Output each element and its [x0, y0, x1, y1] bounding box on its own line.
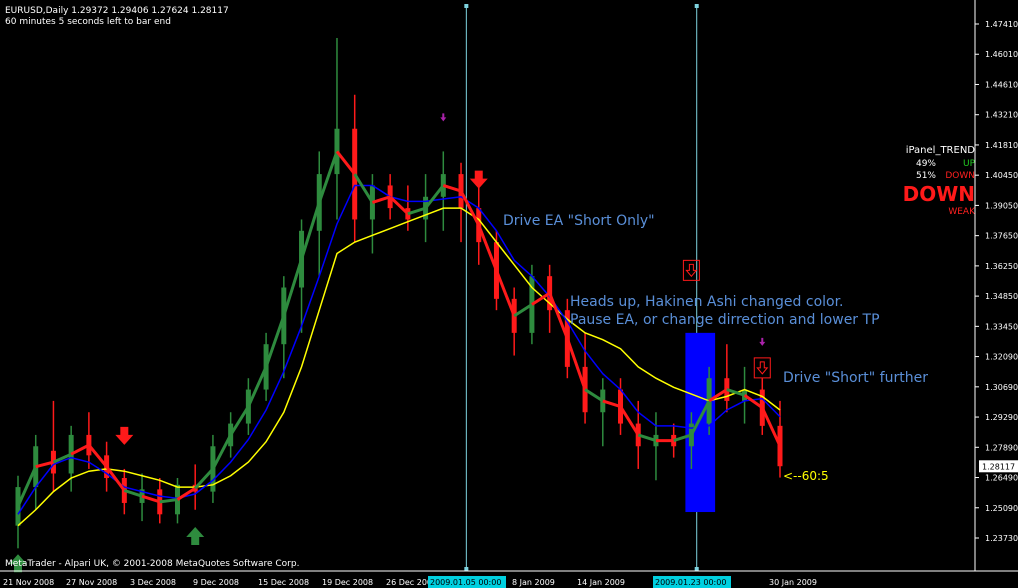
time-tick-label: 27 Nov 2008 [66, 578, 117, 587]
trend-down-label: DOWN [945, 171, 975, 181]
price-chart[interactable]: EURUSD,Daily 1.29372 1.29406 1.27624 1.2… [0, 0, 1018, 588]
price-tick-label: 1.39050 [985, 201, 1018, 210]
price-tick-label: 1.34850 [985, 292, 1018, 301]
annotation-heads-up-line1: Heads up, Hakinen Ashi changed color. [570, 294, 844, 310]
trend-up-label: UP [963, 159, 976, 169]
time-tick-label: 19 Dec 2008 [322, 578, 373, 587]
annotation-heads-up-line2: Pause EA, or change dirrection and lower… [570, 312, 880, 328]
vertical-marker-handle[interactable] [694, 4, 699, 8]
time-tick-label: 3 Dec 2008 [130, 578, 176, 587]
time-tick-label: 21 Nov 2008 [3, 578, 54, 587]
time-tick-label: 2009.01.23 00:00 [655, 578, 726, 587]
price-tick-label: 1.40450 [985, 171, 1018, 180]
price-tick-label: 1.29290 [985, 413, 1018, 422]
vertical-marker-handle[interactable] [464, 567, 469, 571]
time-tick-label: 30 Jan 2009 [769, 578, 817, 587]
time-tick-label: 15 Dec 2008 [258, 578, 309, 587]
price-tick-label: 1.43210 [985, 111, 1018, 120]
price-tick-label: 1.23730 [985, 534, 1018, 543]
price-tick-label: 1.36250 [985, 262, 1018, 271]
trend-panel-title: iPanel_TREND [906, 145, 976, 156]
time-tick-label: 9 Dec 2008 [193, 578, 239, 587]
trend-big-label: DOWN [903, 182, 975, 206]
countdown-label: <--60:5 [783, 469, 829, 483]
price-tick-label: 1.33450 [985, 322, 1018, 331]
price-tick-label: 1.44610 [985, 80, 1018, 89]
price-tick-label: 1.47410 [985, 20, 1018, 29]
time-tick-label: 14 Jan 2009 [577, 578, 625, 587]
price-tick-label: 1.30690 [985, 383, 1018, 392]
trend-up-percent: 49% [916, 159, 936, 169]
price-tick-label: 1.26490 [985, 474, 1018, 483]
time-tick-label: 8 Jan 2009 [512, 578, 555, 587]
price-tick-label: 1.32090 [985, 353, 1018, 362]
vertical-marker-handle[interactable] [694, 567, 699, 571]
price-tick-label: 1.41810 [985, 141, 1018, 150]
copyright-footer: MetaTrader - Alpari UK, © 2001-2008 Meta… [5, 559, 299, 569]
annotation-drive-further: Drive "Short" further [783, 370, 928, 386]
vertical-marker-handle[interactable] [464, 4, 469, 8]
trend-strength: WEAK [948, 207, 976, 217]
annotation-drive-short-only: Drive EA "Short Only" [503, 213, 655, 229]
price-tick-label: 1.46010 [985, 50, 1018, 59]
current-price-label: 1.28117 [982, 462, 1015, 471]
price-tick-label: 1.27890 [985, 443, 1018, 452]
bar-timer: 60 minutes 5 seconds left to bar end [5, 17, 171, 27]
time-tick-label: 2009.01.05 00:00 [430, 578, 501, 587]
trend-down-percent: 51% [916, 171, 936, 181]
price-tick-label: 1.25090 [985, 504, 1018, 513]
price-tick-label: 1.37650 [985, 232, 1018, 241]
symbol-info: EURUSD,Daily 1.29372 1.29406 1.27624 1.2… [5, 6, 229, 16]
